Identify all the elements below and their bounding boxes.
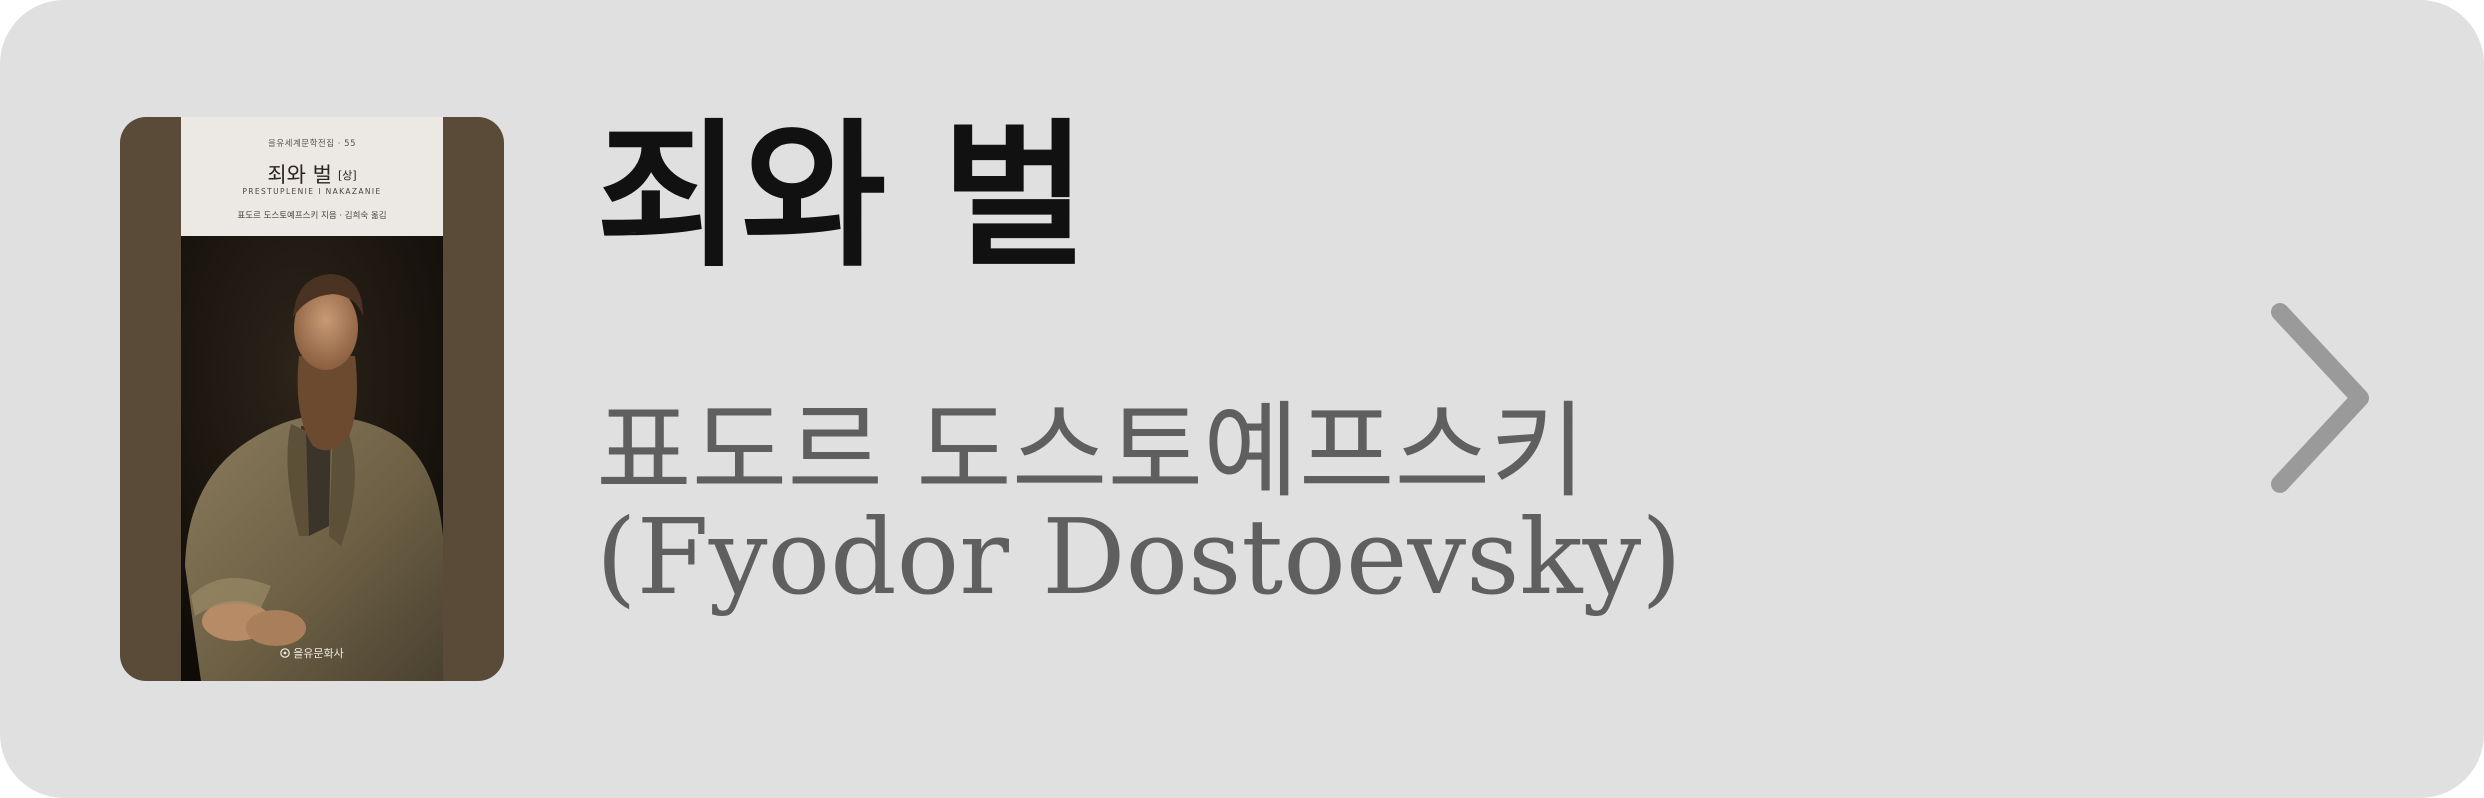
book-cover-image: 을유세계문학전집 · 55 죄와 벌 [상] PRESTUPLENIE I NAK… (120, 117, 504, 681)
book-author: 표도르 도스토예프스키 (Fyodor Dostoevsky) (596, 398, 1682, 610)
cover-volume: [상] (337, 169, 357, 182)
book-list-item[interactable]: 을유세계문학전집 · 55 죄와 벌 [상] PRESTUPLENIE I NAK… (0, 0, 2484, 798)
cover-publisher: 을유문화사 (181, 645, 443, 661)
book-title: 죄와 벌 (596, 104, 1088, 289)
author-english-name: (Fyodor Dostoevsky) (596, 496, 1682, 619)
cover-portrait (181, 236, 443, 681)
cover-series-label: 을유세계문학전집 · 55 (268, 139, 356, 149)
chevron-right-icon[interactable] (2260, 298, 2380, 498)
cover-latin-title: PRESTUPLENIE I NAKAZANIE (242, 187, 382, 196)
publisher-logo-icon (280, 648, 290, 658)
cover-title-text: 죄와 벌 (267, 163, 332, 187)
author-korean-name: 표도르 도스토예프스키 (596, 390, 1586, 512)
cover-title-band: 을유세계문학전집 · 55 죄와 벌 [상] PRESTUPLENIE I NAK… (181, 117, 443, 236)
cover-title: 죄와 벌 [상] (181, 159, 443, 189)
cover-panel: 을유세계문학전집 · 55 죄와 벌 [상] PRESTUPLENIE I NAK… (181, 117, 443, 681)
cover-publisher-name: 을유문화사 (293, 647, 344, 660)
cover-credit: 표도르 도스토예프스키 지음 · 김희숙 옮김 (237, 211, 387, 221)
